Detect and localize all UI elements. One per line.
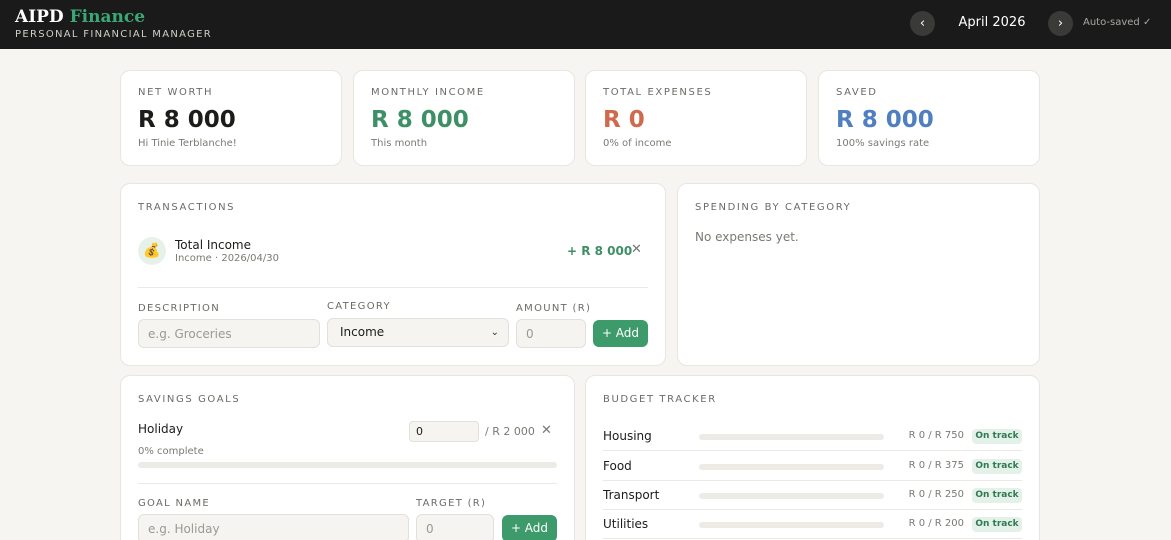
app-tagline: PERSONAL FINANCIAL MANAGER (15, 29, 213, 40)
brand-accent: Finance (69, 7, 146, 27)
budget-row-transport: Transport R 0 / R 250 On track (603, 481, 1022, 510)
money-bag-icon: 💰 (138, 237, 166, 265)
stat-sub: 0% of income (603, 138, 672, 149)
budget-row-utilities: Utilities R 0 / R 200 On track (603, 510, 1022, 539)
brand-main: AIPD (15, 7, 64, 27)
stat-value: R 8 000 (836, 107, 934, 133)
goal-target: / R 2 000 (485, 425, 535, 438)
budget-progress-bar (699, 464, 884, 470)
divider (138, 287, 648, 288)
stat-label: TOTAL EXPENSES (603, 87, 713, 98)
stat-label: SAVED (836, 87, 878, 98)
empty-message: No expenses yet. (695, 230, 799, 244)
budget-value: R 0 / R 250 (908, 489, 964, 500)
next-month-button[interactable]: › (1048, 11, 1073, 36)
stat-label: MONTHLY INCOME (371, 87, 485, 98)
amount-label: AMOUNT (R) (516, 303, 592, 314)
stat-card-monthly-income: MONTHLY INCOME R 8 000 This month (353, 70, 575, 166)
autosave-status: Auto-saved ✓ (1083, 17, 1152, 28)
budget-row-food: Food R 0 / R 375 On track (603, 452, 1022, 481)
stat-card-net-worth: NET WORTH R 8 000 Hi Tinie Terblanche! (120, 70, 342, 166)
budget-card: BUDGET TRACKER Housing R 0 / R 750 On tr… (585, 375, 1040, 540)
description-label: DESCRIPTION (138, 303, 220, 314)
goal-progress-bar (138, 462, 557, 468)
app-logo: AIPD Finance (15, 8, 145, 26)
stat-value: R 8 000 (138, 107, 236, 133)
goal-name-label: GOAL NAME (138, 498, 211, 509)
savings-card: SAVINGS GOALS Holiday 0 / R 2 000 ✕ 0% c… (120, 375, 575, 540)
stat-card-total-expenses: TOTAL EXPENSES R 0 0% of income (585, 70, 807, 166)
chevron-left-icon: ‹ (919, 16, 926, 31)
status-badge: On track (972, 517, 1022, 532)
stat-value: R 8 000 (371, 107, 469, 133)
savings-title: SAVINGS GOALS (138, 394, 241, 405)
top-bar: AIPD Finance PERSONAL FINANCIAL MANAGER … (0, 0, 1171, 49)
goal-current-input[interactable]: 0 (409, 421, 479, 442)
goal-name: Holiday (138, 422, 184, 436)
chevron-down-icon: ⌄ (490, 327, 499, 338)
current-month: April 2026 (958, 15, 1026, 30)
category-select[interactable]: Income ⌄ (327, 318, 509, 347)
budget-title: BUDGET TRACKER (603, 394, 717, 405)
transaction-meta: Income · 2026/04/30 (175, 253, 279, 264)
stat-sub: Hi Tinie Terblanche! (138, 138, 237, 149)
budget-name: Housing (603, 429, 652, 443)
transactions-card: TRANSACTIONS 💰 Total Income Income · 202… (120, 183, 666, 366)
budget-progress-bar (699, 522, 884, 528)
category-value: Income (340, 325, 385, 339)
transactions-title: TRANSACTIONS (138, 202, 236, 213)
status-badge: On track (972, 488, 1022, 503)
budget-value: R 0 / R 200 (908, 518, 964, 529)
budget-name: Utilities (603, 517, 649, 531)
close-icon[interactable]: ✕ (631, 242, 642, 257)
status-badge: On track (972, 429, 1022, 444)
stat-label: NET WORTH (138, 87, 214, 98)
close-icon[interactable]: ✕ (541, 423, 552, 438)
stat-sub: This month (371, 138, 428, 149)
transaction-amount: + R 8 000 (567, 244, 633, 258)
budget-progress-bar (699, 493, 884, 499)
transaction-name: Total Income (175, 238, 251, 252)
add-goal-button[interactable]: + Add (502, 515, 557, 540)
goal-progress-text: 0% complete (138, 446, 204, 457)
goal-target-label: TARGET (R) (416, 498, 487, 509)
amount-input[interactable] (516, 319, 586, 348)
category-label: CATEGORY (327, 301, 391, 312)
stat-value: R 0 (603, 107, 645, 133)
spending-card: SPENDING BY CATEGORY No expenses yet. (677, 183, 1040, 366)
stat-card-saved: SAVED R 8 000 100% savings rate (818, 70, 1040, 166)
spending-title: SPENDING BY CATEGORY (695, 202, 852, 213)
stat-sub: 100% savings rate (836, 138, 930, 149)
budget-name: Transport (603, 488, 660, 502)
budget-value: R 0 / R 750 (908, 430, 964, 441)
goal-target-input[interactable] (416, 514, 494, 540)
chevron-right-icon: › (1057, 16, 1064, 31)
budget-name: Food (603, 459, 632, 473)
prev-month-button[interactable]: ‹ (910, 11, 935, 36)
budget-value: R 0 / R 375 (908, 460, 964, 471)
add-transaction-button[interactable]: + Add (593, 320, 648, 347)
status-badge: On track (972, 459, 1022, 474)
budget-row-housing: Housing R 0 / R 750 On track (603, 422, 1022, 451)
divider (138, 483, 557, 484)
description-input[interactable] (138, 319, 320, 348)
budget-progress-bar (699, 434, 884, 440)
goal-name-input[interactable] (138, 514, 409, 540)
